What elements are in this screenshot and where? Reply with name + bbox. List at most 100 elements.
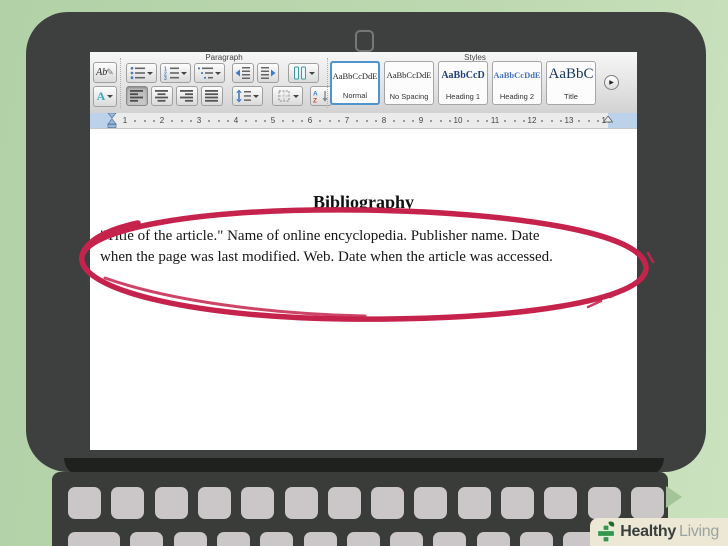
ruler-tick	[541, 120, 543, 122]
align-right-icon	[179, 89, 195, 103]
keyboard-key	[458, 487, 491, 519]
ruler-tick	[588, 120, 590, 122]
keyboard-key	[501, 487, 534, 519]
left-indent-marker[interactable]	[107, 113, 117, 128]
ruler-tick	[560, 120, 562, 122]
ruler-tick	[375, 120, 377, 122]
line-spacing-button[interactable]	[232, 86, 263, 106]
brand-name-light: Living	[679, 523, 719, 541]
ruler-tick	[171, 120, 173, 122]
ruler-tick	[218, 120, 220, 122]
keyboard-key	[371, 487, 404, 519]
keyboard-key	[588, 487, 621, 519]
decrease-indent-button[interactable]	[232, 63, 254, 83]
ruler-tick	[264, 120, 266, 122]
style-normal[interactable]: AaBbCcDdENormal	[330, 61, 380, 105]
ruler-tick	[449, 120, 451, 122]
chevron-down-icon	[181, 72, 187, 75]
brand-watermark: Healthy Living	[590, 518, 728, 546]
ruler-tick	[153, 120, 155, 122]
ruler-tick	[319, 120, 321, 122]
chevron-down-icon	[215, 72, 221, 75]
font-color-button[interactable]: A	[93, 86, 117, 107]
ruler-number: 6	[308, 116, 312, 125]
chevron-down-icon	[253, 95, 259, 98]
horizontal-ruler[interactable]: 1234567891011121314	[90, 113, 637, 129]
ruler-number: 13	[565, 116, 574, 125]
style-sample: AaBbCcDdE	[332, 71, 378, 81]
paragraph-row-1: 123	[126, 63, 319, 83]
healthy-living-cross-icon	[595, 520, 617, 544]
ruler-number: 10	[454, 116, 463, 125]
align-left-button[interactable]	[126, 86, 148, 106]
keyboard-key	[631, 487, 664, 519]
outdent-icon	[235, 66, 251, 80]
right-indent-marker[interactable]	[603, 116, 613, 131]
ruler-tick	[504, 120, 506, 122]
keyboard-key	[304, 532, 337, 546]
columns-icon	[292, 66, 308, 80]
columns-button[interactable]	[288, 63, 319, 83]
keyboard-key	[414, 487, 447, 519]
group-separator	[327, 58, 328, 108]
keyboard-key	[260, 532, 293, 546]
ruler-tick	[486, 120, 488, 122]
keyboard-key	[68, 532, 120, 546]
bullets-button[interactable]	[126, 63, 157, 83]
more-styles-icon: ▶	[609, 79, 614, 86]
ruler-tick	[440, 120, 442, 122]
ruler-tick	[356, 120, 358, 122]
citation-line-2: when the page was last modified. Web. Da…	[100, 249, 630, 266]
align-right-button[interactable]	[176, 86, 198, 106]
ruler-tick	[366, 120, 368, 122]
borders-icon	[276, 89, 292, 103]
align-center-button[interactable]	[151, 86, 173, 106]
chevron-down-icon	[309, 72, 315, 75]
sort-button[interactable]: AZ	[310, 86, 332, 106]
increase-indent-button[interactable]	[257, 63, 279, 83]
borders-button[interactable]	[272, 86, 303, 106]
ruler-tick	[338, 120, 340, 122]
ruler-number: 2	[160, 116, 164, 125]
keyboard	[52, 472, 668, 546]
ruler-tick	[134, 120, 136, 122]
group-separator	[120, 58, 121, 108]
line-spacing-icon	[236, 89, 252, 103]
text-effects-button[interactable]: Ab✎	[93, 62, 117, 83]
style-no-spacing[interactable]: AaBbCcDdENo Spacing	[384, 61, 434, 105]
style-label: Heading 2	[493, 92, 541, 101]
multilevel-list-button[interactable]	[194, 63, 225, 83]
style-title[interactable]: AaBbCTitle	[546, 61, 596, 105]
style-label: Heading 1	[439, 92, 487, 101]
style-sample: AaBbCcDdE	[493, 70, 541, 80]
ruler-tick	[467, 120, 469, 122]
ruler-number: 1	[123, 116, 127, 125]
ruler-tick	[477, 120, 479, 122]
numbering-button[interactable]: 123	[160, 63, 191, 83]
ruler-tick	[514, 120, 516, 122]
ruler-tick	[403, 120, 405, 122]
ruler-tick	[578, 120, 580, 122]
style-sample: AaBbC	[547, 66, 595, 83]
style-heading-2[interactable]: AaBbCcDdE Heading 2	[492, 61, 542, 105]
word-application-window: Ab✎ A Paragraph 123	[90, 52, 637, 450]
more-styles-button[interactable]: ▶	[604, 75, 619, 90]
webcam-icon	[355, 30, 374, 52]
ruler-number: 11	[491, 116, 499, 125]
justify-button[interactable]	[201, 86, 223, 106]
ruler-tick	[190, 120, 192, 122]
chevron-down-icon	[147, 72, 153, 75]
ruler-tick	[412, 120, 414, 122]
chevron-down-icon	[107, 95, 113, 98]
style-heading-1[interactable]: AaBbCcDHeading 1	[438, 61, 488, 105]
keyboard-key	[347, 532, 380, 546]
numbering-icon: 123	[164, 66, 180, 80]
align-center-icon	[154, 89, 170, 103]
ruler-tick	[292, 120, 294, 122]
keyboard-key	[111, 487, 144, 519]
ruler-tick	[329, 120, 331, 122]
ruler-tick	[551, 120, 553, 122]
ruler-number: 5	[271, 116, 275, 125]
ruler-number: 3	[197, 116, 201, 125]
keyboard-key	[328, 487, 361, 519]
